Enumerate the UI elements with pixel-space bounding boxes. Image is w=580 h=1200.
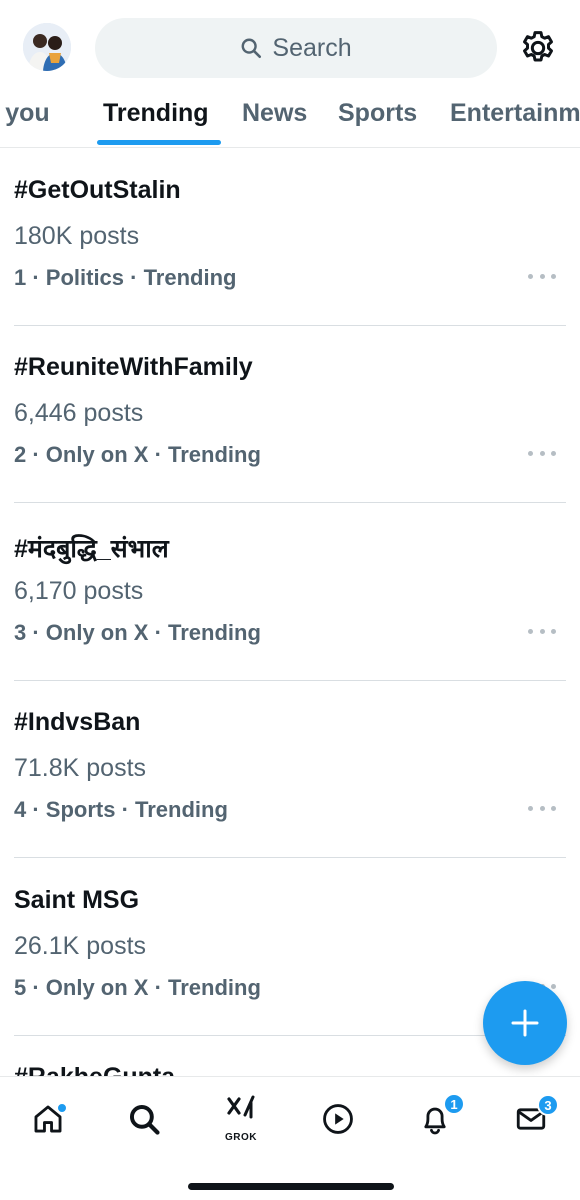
more-options-icon[interactable]	[528, 266, 556, 286]
trend-name: #IndvsBan	[14, 708, 141, 736]
trend-item[interactable]: #GetOutStalin 180K posts 1 · Politics · …	[0, 148, 580, 326]
play-icon	[323, 1104, 353, 1134]
avatar-photo	[23, 23, 71, 71]
nav-home[interactable]	[20, 1091, 76, 1147]
top-header: Search	[0, 0, 580, 96]
trend-post-count: 6,170 posts	[14, 577, 144, 605]
nav-grok[interactable]: GROK	[213, 1091, 269, 1147]
trend-context: 3 · Only on X · Trending	[14, 620, 261, 645]
nav-media[interactable]	[310, 1091, 366, 1147]
home-indicator	[188, 1183, 394, 1190]
profile-avatar[interactable]	[23, 23, 71, 71]
trend-post-count: 26.1K posts	[14, 932, 147, 960]
search-placeholder: Search	[272, 33, 352, 62]
tab-for-you[interactable]: For you	[0, 96, 50, 147]
trend-name: Saint MSG	[14, 886, 140, 914]
tab-entertainment[interactable]: Entertainment	[450, 96, 580, 147]
trend-context: 4 · Sports · Trending	[14, 797, 228, 822]
trend-item[interactable]: #IndvsBan 71.8K posts 4 · Sports · Trend…	[0, 680, 580, 858]
notifications-badge: 1	[443, 1093, 465, 1115]
trend-post-count: 71.8K posts	[14, 754, 147, 782]
search-icon	[241, 38, 262, 58]
gear-icon	[523, 31, 553, 62]
nav-explore[interactable]	[116, 1091, 172, 1147]
messages-badge: 3	[537, 1094, 559, 1116]
bottom-nav: GROK 1 3	[0, 1076, 580, 1200]
trend-item[interactable]: #मंदबुद्धि_संभाल 6,170 posts 3 · Only on…	[0, 503, 580, 681]
more-options-icon[interactable]	[528, 621, 556, 641]
trend-list: #GetOutStalin 180K posts 1 · Politics · …	[0, 148, 580, 1076]
trend-name: #RakheGunta	[14, 1063, 175, 1076]
search-bar[interactable]: Search	[95, 18, 497, 78]
nav-messages[interactable]: 3	[503, 1091, 559, 1147]
trend-item[interactable]: #ReuniteWithFamily 6,446 posts 2 · Only …	[0, 325, 580, 503]
plus-icon	[511, 1009, 539, 1037]
compose-post-button[interactable]	[483, 981, 567, 1065]
trend-post-count: 180K posts	[14, 222, 140, 250]
trend-name: #मंदबुद्धि_संभाल	[14, 535, 169, 563]
tab-sports[interactable]: Sports	[338, 96, 417, 147]
more-options-icon[interactable]	[528, 798, 556, 818]
trend-context: 5 · Only on X · Trending	[14, 975, 261, 1000]
search-icon	[129, 1104, 160, 1135]
trend-post-count: 6,446 posts	[14, 399, 144, 427]
explore-tabs: For you Trending News Sports Entertainme…	[0, 96, 580, 148]
tab-news[interactable]: News	[242, 96, 307, 147]
new-content-dot	[57, 1103, 67, 1113]
trend-context: 1 · Politics · Trending	[14, 265, 237, 290]
trend-context: 2 · Only on X · Trending	[14, 442, 261, 467]
more-options-icon[interactable]	[528, 443, 556, 463]
trend-name: #ReuniteWithFamily	[14, 353, 253, 381]
settings-button[interactable]	[518, 28, 558, 68]
active-tab-indicator	[97, 140, 221, 145]
trend-name: #GetOutStalin	[14, 176, 181, 204]
grok-label: GROK	[225, 1132, 257, 1143]
grok-icon	[227, 1095, 255, 1119]
nav-notifications[interactable]: 1	[407, 1091, 465, 1147]
